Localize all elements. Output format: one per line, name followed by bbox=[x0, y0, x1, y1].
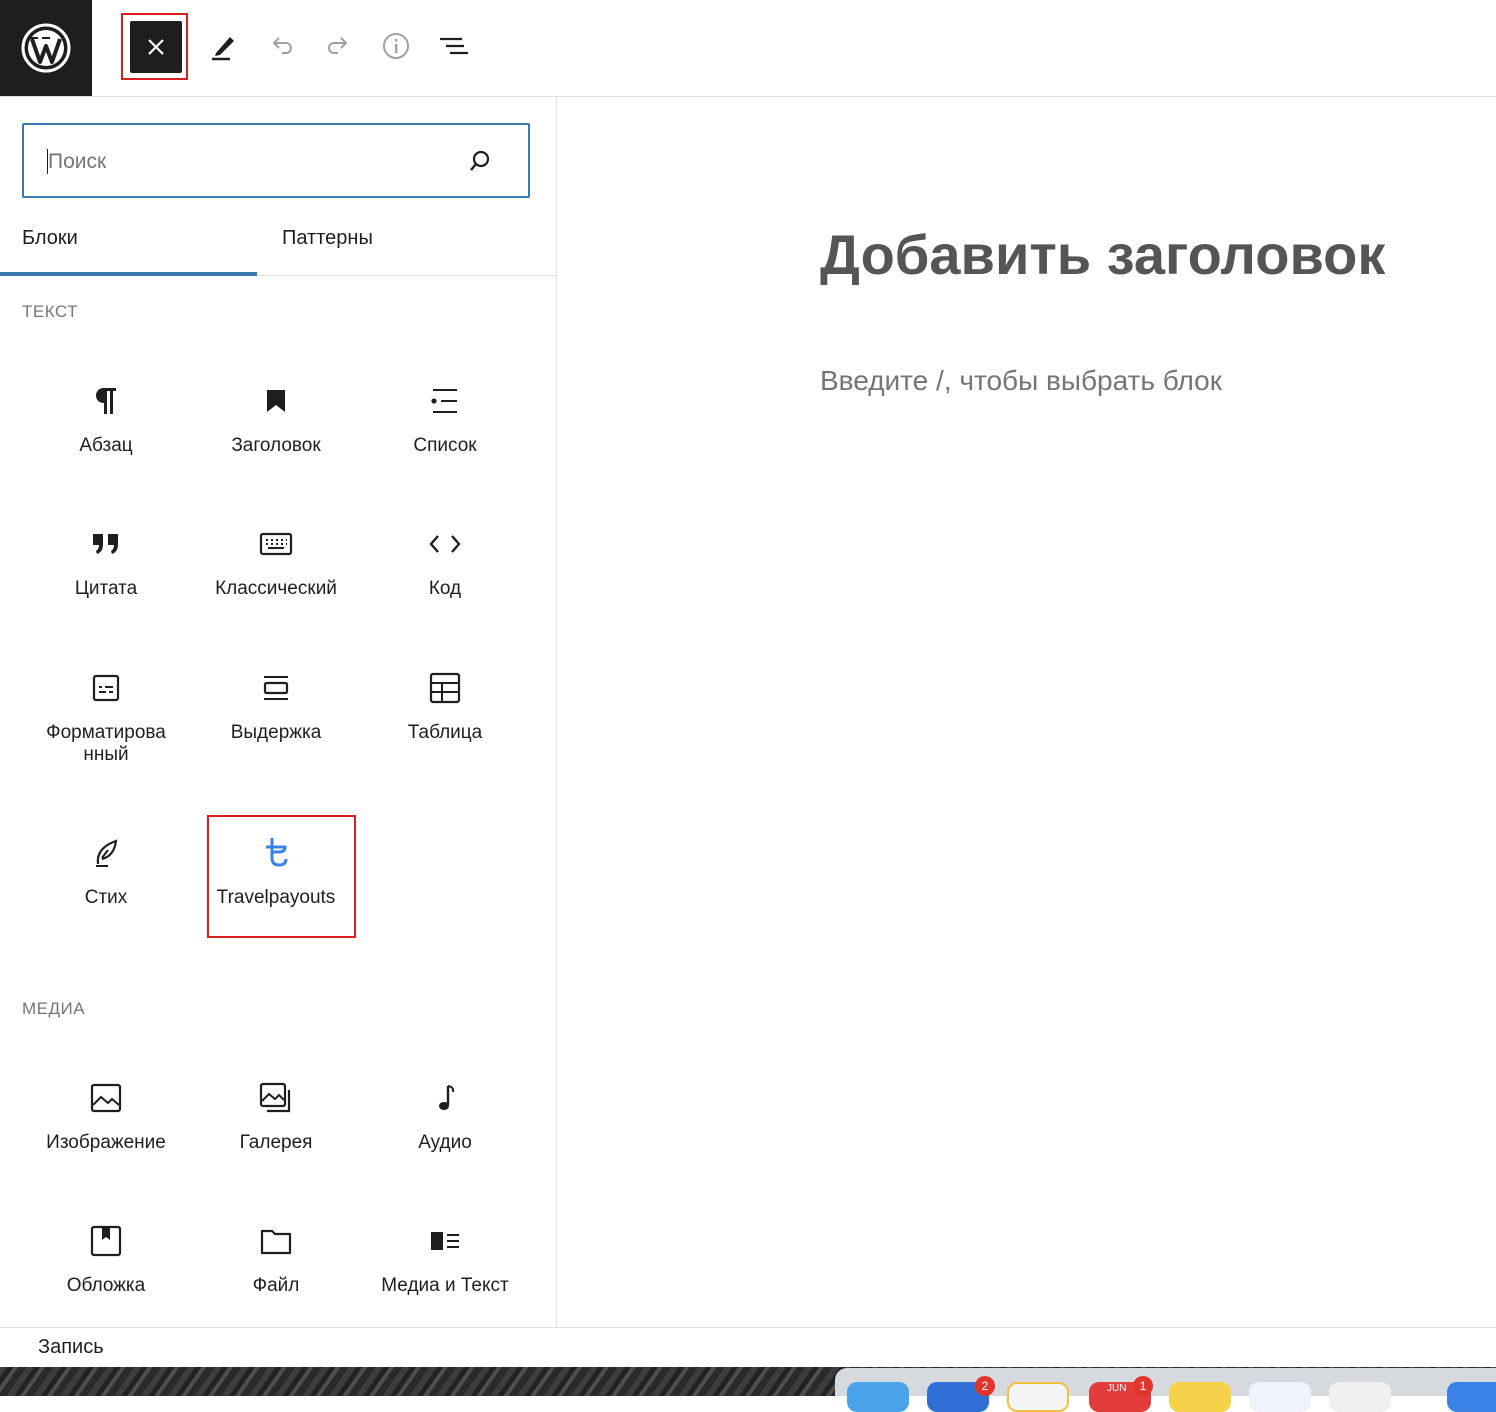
category-title-text: ТЕКСТ bbox=[22, 302, 79, 321]
feather-pen-icon bbox=[86, 833, 126, 873]
block-code[interactable]: Код bbox=[370, 502, 520, 622]
text-caret bbox=[47, 149, 48, 174]
block-pullquote[interactable]: Выдержка bbox=[201, 646, 351, 766]
block-label: Список bbox=[413, 435, 477, 456]
search-box[interactable] bbox=[22, 123, 530, 198]
block-inserter-panel: Блоки Паттерны ТЕКСТ Абзац Заголовок Спи… bbox=[0, 97, 557, 1327]
table-icon bbox=[425, 668, 465, 708]
paragraph-icon bbox=[86, 381, 126, 421]
chrome-icon[interactable] bbox=[1329, 1382, 1391, 1412]
block-label: Заголовок bbox=[231, 435, 321, 456]
block-list[interactable]: Список bbox=[370, 359, 520, 479]
category-title-media: МЕДИА bbox=[22, 999, 86, 1018]
block-label: Обложка bbox=[66, 1275, 146, 1296]
block-cover[interactable]: Обложка bbox=[31, 1199, 181, 1319]
post-title-placeholder[interactable]: Добавить заголовок bbox=[820, 222, 1385, 287]
breadcrumb-post[interactable]: Запись bbox=[38, 1336, 104, 1359]
block-appender-hint[interactable]: Введите /, чтобы выбрать блок bbox=[820, 365, 1222, 397]
tab-patterns[interactable]: Паттерны bbox=[282, 201, 373, 275]
block-label: Цитата bbox=[74, 578, 138, 599]
pullquote-icon bbox=[256, 668, 296, 708]
keyboard-icon bbox=[256, 524, 296, 564]
wordpress-logo-icon[interactable] bbox=[0, 0, 92, 96]
undo-icon bbox=[272, 37, 292, 54]
block-label: Выдержка bbox=[230, 722, 322, 743]
block-label: Аудио bbox=[418, 1132, 472, 1153]
block-label: Travelpayouts bbox=[216, 887, 336, 908]
block-preformatted[interactable]: Форматирова нный bbox=[31, 646, 181, 766]
quote-icon bbox=[86, 524, 126, 564]
tools-button[interactable] bbox=[197, 20, 249, 72]
block-label: Файл bbox=[252, 1275, 300, 1296]
redo-button[interactable] bbox=[313, 20, 365, 72]
block-label: Медиа и Текст bbox=[381, 1275, 509, 1296]
mail-badge: 2 bbox=[975, 1376, 995, 1396]
block-image[interactable]: Изображение bbox=[31, 1056, 181, 1176]
block-travelpayouts[interactable]: Travelpayouts bbox=[201, 811, 351, 931]
search-input[interactable] bbox=[46, 125, 450, 198]
calendar-badge: 1 bbox=[1133, 1376, 1153, 1396]
block-quote[interactable]: Цитата bbox=[31, 502, 181, 622]
close-icon bbox=[148, 39, 164, 55]
block-label: Изображение bbox=[46, 1132, 166, 1153]
block-table[interactable]: Таблица bbox=[370, 646, 520, 766]
block-classic[interactable]: Классический bbox=[201, 502, 351, 622]
gallery-icon bbox=[256, 1078, 296, 1118]
search-icon bbox=[470, 150, 490, 171]
notes-icon[interactable] bbox=[1169, 1382, 1231, 1412]
info-icon bbox=[383, 33, 409, 59]
block-label: Галерея bbox=[239, 1132, 313, 1153]
undo-button[interactable] bbox=[255, 20, 307, 72]
editor-header bbox=[0, 0, 1496, 97]
bookmark-icon bbox=[256, 381, 296, 421]
block-label: Абзац bbox=[79, 435, 133, 456]
block-media-text[interactable]: Медиа и Текст bbox=[370, 1199, 520, 1319]
macos-dock: 2 JUN 1 bbox=[835, 1368, 1496, 1412]
safari-icon[interactable] bbox=[1249, 1382, 1311, 1412]
block-verse[interactable]: Стих bbox=[31, 811, 181, 931]
photos-icon[interactable] bbox=[1007, 1382, 1069, 1412]
block-label: Код bbox=[428, 578, 462, 599]
block-label: Стих bbox=[84, 887, 128, 908]
folder-icon bbox=[256, 1221, 296, 1261]
block-label: Таблица bbox=[407, 722, 483, 743]
block-label: Классический bbox=[215, 578, 337, 599]
image-icon bbox=[86, 1078, 126, 1118]
redo-icon bbox=[328, 37, 348, 54]
tab-blocks[interactable]: Блоки bbox=[0, 201, 257, 276]
finder-icon[interactable] bbox=[847, 1382, 909, 1412]
block-heading[interactable]: Заголовок bbox=[201, 359, 351, 479]
cover-icon bbox=[86, 1221, 126, 1261]
edit-pencil-icon bbox=[212, 37, 234, 61]
close-inserter-button[interactable] bbox=[130, 21, 182, 73]
media-text-icon bbox=[425, 1221, 465, 1261]
active-tab-indicator bbox=[0, 272, 257, 276]
tab-patterns-label: Паттерны bbox=[282, 226, 373, 249]
tab-blocks-label: Блоки bbox=[22, 226, 78, 249]
code-icon bbox=[425, 524, 465, 564]
block-audio[interactable]: Аудио bbox=[370, 1056, 520, 1176]
block-gallery[interactable]: Галерея bbox=[201, 1056, 351, 1176]
preformatted-icon bbox=[86, 668, 126, 708]
block-breadcrumb-bar: Запись bbox=[0, 1327, 1496, 1368]
block-label: Форматирова нный bbox=[46, 722, 166, 765]
app-store-icon[interactable] bbox=[1447, 1382, 1496, 1412]
inserter-tabs: Блоки Паттерны bbox=[0, 201, 556, 276]
list-view-button[interactable] bbox=[428, 20, 480, 72]
travelpayouts-icon bbox=[256, 833, 296, 873]
details-button[interactable] bbox=[370, 20, 422, 72]
music-note-icon bbox=[425, 1078, 465, 1118]
list-view-icon bbox=[440, 37, 468, 55]
block-file[interactable]: Файл bbox=[201, 1199, 351, 1319]
block-paragraph[interactable]: Абзац bbox=[31, 359, 181, 479]
list-icon bbox=[425, 381, 465, 421]
calendar-month: JUN bbox=[1107, 1383, 1127, 1394]
